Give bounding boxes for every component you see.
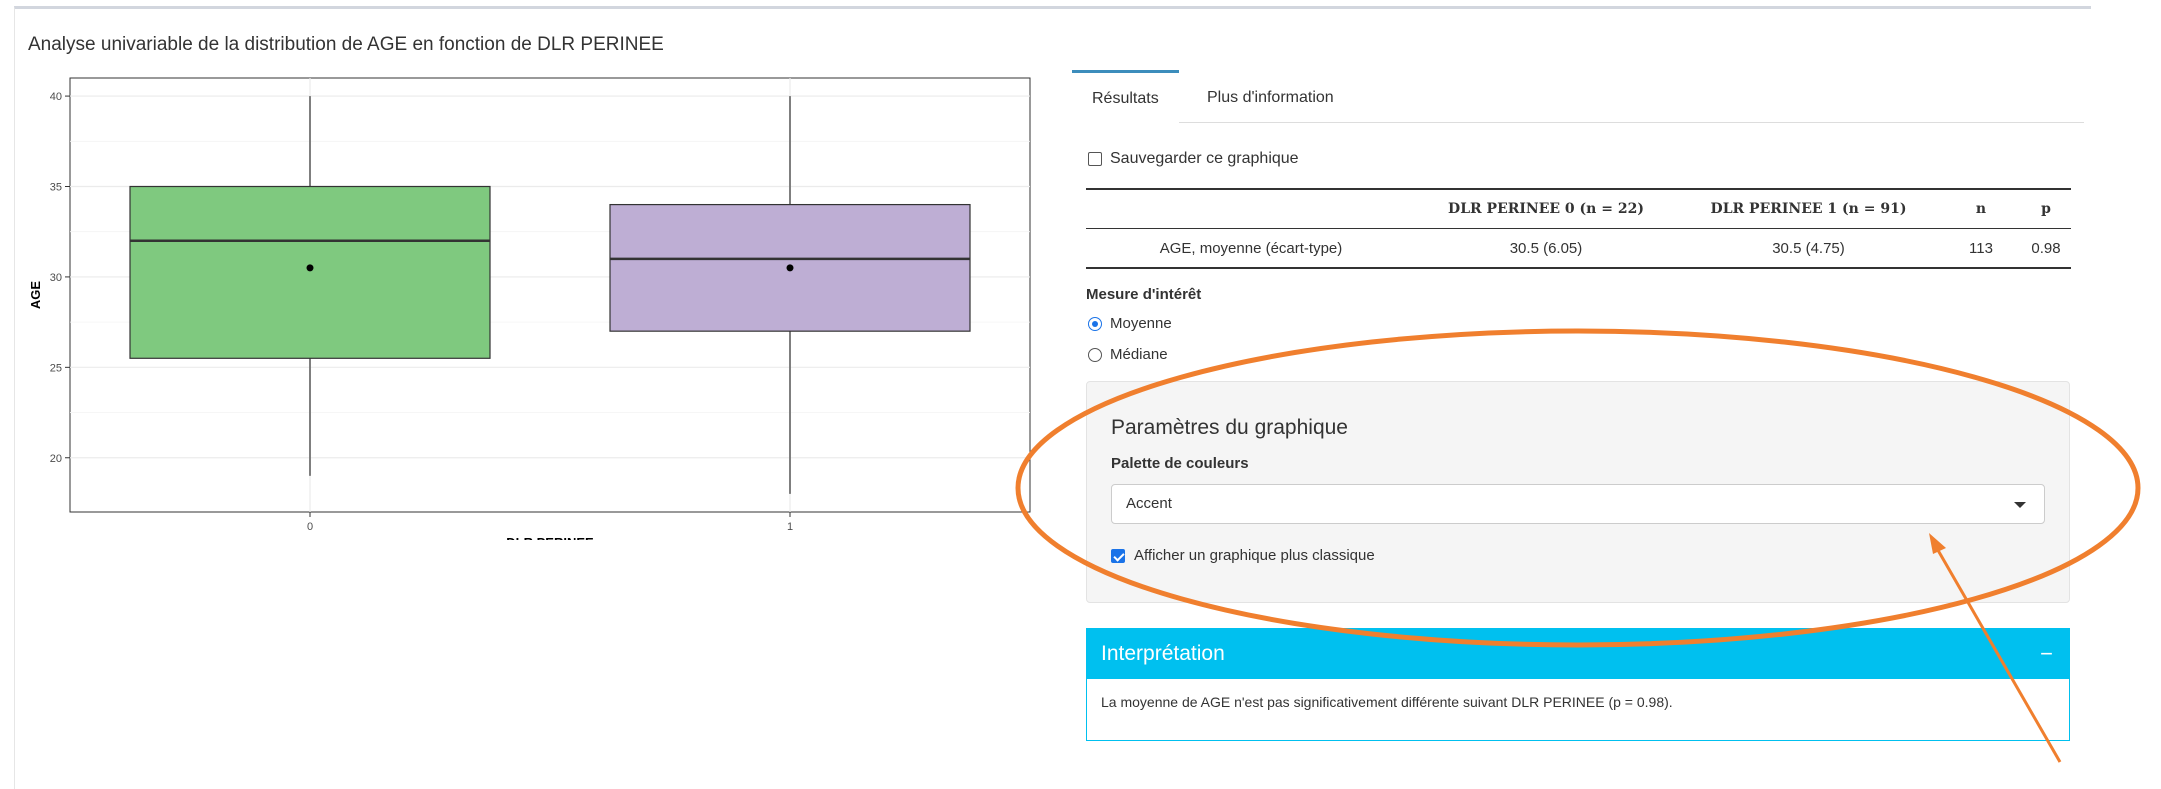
palette-select[interactable]: Accent — [1111, 484, 2045, 524]
y-tick-label: 25 — [50, 362, 62, 374]
table-header-cell: DLR PERINEE 0 (n = 22) — [1448, 201, 1644, 217]
save-graph-checkbox[interactable] — [1088, 152, 1102, 166]
table-cell: 30.5 (4.75) — [1772, 239, 1845, 257]
mesure-title: Mesure d'intérêt — [1086, 286, 1202, 303]
table-header-cell — [1086, 189, 1416, 229]
x-tick-label: 1 — [787, 521, 793, 533]
radio-mediane-label: Médiane — [1110, 346, 1168, 363]
table-cell: AGE, moyenne (écart-type) — [1159, 239, 1343, 257]
interpretation-header: Interprétation − — [1087, 629, 2069, 679]
table-header-cell: DLR PERINEE 1 (n = 91) — [1710, 201, 1907, 217]
save-graph-label: Sauvegarder ce graphique — [1110, 150, 1299, 167]
tab-resultats[interactable]: Résultats — [1072, 70, 1179, 125]
box-0 — [129, 185, 491, 359]
y-tick-label: 20 — [50, 453, 62, 465]
radio-moyenne-button[interactable] — [1088, 316, 1102, 331]
table-cell: 30.5 (6.05) — [1509, 239, 1583, 257]
tab-plus-information[interactable]: Plus d'information — [1187, 70, 1354, 122]
results-tabs: Résultats Plus d'information — [1072, 70, 2084, 125]
mean-point — [306, 264, 314, 272]
graph-params-title: Paramètres du graphique — [1111, 416, 1348, 439]
palette-label: Palette de couleurs — [1111, 455, 1249, 472]
table-header-row: DLR PERINEE 0 (n = 22) DLR PERINEE 1 (n … — [1086, 189, 2071, 229]
table-cell: 0.98 — [2031, 239, 2061, 257]
radio-mediane-button[interactable] — [1088, 347, 1102, 362]
boxplot-chart: 20 25 30 35 40 0 1 DLR PERINEE AGE — [28, 77, 1031, 540]
classic-graph-option[interactable]: Afficher un graphique plus classique — [1111, 547, 1375, 564]
table-header-cell: n — [1975, 201, 1987, 217]
classic-graph-label: Afficher un graphique plus classique — [1134, 547, 1375, 564]
collapse-icon[interactable]: − — [2040, 629, 2053, 679]
x-tick-label: 0 — [307, 521, 313, 533]
x-axis-title: DLR PERINEE — [506, 535, 594, 540]
y-axis-title: AGE — [28, 281, 43, 310]
table-row: AGE, moyenne (écart-type) 30.5 (6.05) 30… — [1086, 229, 2071, 268]
interpretation-box: Interprétation − La moyenne de AGE n'est… — [1086, 628, 2070, 741]
radio-mediane[interactable]: Médiane — [1088, 346, 1168, 363]
chevron-down-icon — [2014, 502, 2026, 508]
interpretation-text: La moyenne de AGE n'est pas significativ… — [1101, 694, 1673, 710]
y-tick-label: 40 — [50, 91, 62, 103]
interpretation-title: Interprétation — [1101, 642, 1225, 665]
radio-moyenne[interactable]: Moyenne — [1088, 315, 1172, 332]
classic-graph-checkbox[interactable] — [1111, 548, 1125, 563]
save-graph-option[interactable]: Sauvegarder ce graphique — [1088, 150, 1299, 168]
table-header-cell: p — [2041, 201, 2051, 217]
results-table: DLR PERINEE 0 (n = 22) DLR PERINEE 1 (n … — [1086, 188, 2071, 269]
palette-select-value: Accent — [1126, 495, 1172, 512]
mean-point — [786, 264, 794, 272]
graph-params-well: Paramètres du graphique Palette de coule… — [1086, 381, 2070, 603]
radio-moyenne-label: Moyenne — [1110, 315, 1172, 332]
table-cell: 113 — [1969, 239, 1993, 257]
y-tick-label: 35 — [50, 182, 62, 194]
y-tick-label: 30 — [50, 272, 62, 284]
panel-title: Analyse univariable de la distribution d… — [28, 34, 664, 55]
